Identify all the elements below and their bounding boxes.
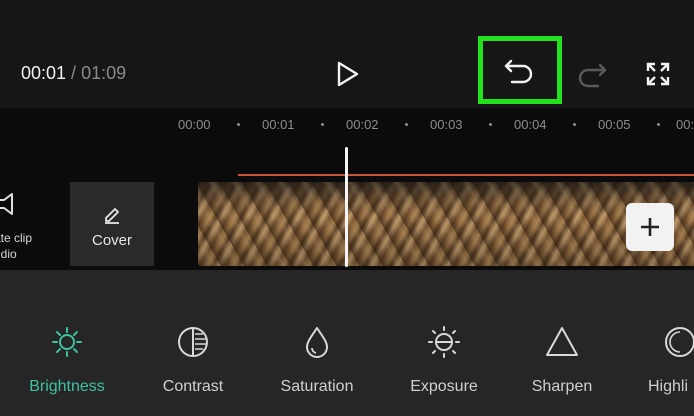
- play-button[interactable]: [330, 56, 366, 92]
- video-clip[interactable]: [198, 182, 694, 266]
- tool-sharpen[interactable]: Sharpen: [507, 320, 617, 400]
- ruler-tick: 00:03: [430, 117, 463, 132]
- exposure-icon: [428, 326, 460, 358]
- tool-label: Saturation: [280, 378, 354, 395]
- cover-button[interactable]: Cover: [70, 182, 154, 266]
- ruler-dot: [405, 123, 408, 126]
- fullscreen-button[interactable]: [638, 54, 678, 94]
- current-time: 00:01: [21, 63, 67, 83]
- redo-icon: [578, 63, 607, 88]
- total-duration: 01:09: [81, 63, 127, 83]
- time-separator: /: [66, 63, 82, 83]
- add-clip-button[interactable]: [626, 203, 674, 251]
- undo-icon: [504, 59, 533, 84]
- contrast-icon: [178, 327, 208, 357]
- timeline-ruler[interactable]: 00:00 00:01 00:02 00:03 00:04 00:05 00:0: [0, 108, 694, 144]
- top-bar: 00:01 / 01:09: [0, 0, 694, 108]
- tool-label: Exposure: [410, 378, 478, 395]
- tool-label: Highli: [648, 378, 689, 395]
- plus-icon: [641, 218, 659, 236]
- ruler-tick: 00:05: [598, 117, 631, 132]
- clip-thumbnail-texture: [198, 182, 694, 266]
- ruler-tick: 00:01: [262, 117, 295, 132]
- adjust-toolbar: Brightness Contrast Saturation Exposure …: [0, 270, 694, 416]
- redo-button[interactable]: [572, 54, 612, 94]
- pencil-icon: [105, 208, 119, 224]
- ruler-dot: [321, 123, 324, 126]
- tool-label: Sharpen: [531, 378, 593, 395]
- ruler-dot: [237, 123, 240, 126]
- circle-icon: [665, 327, 694, 357]
- droplet-icon: [306, 327, 328, 358]
- tool-label: Brightness: [29, 378, 105, 395]
- mute-clip-audio-button[interactable]: ate clip udio: [0, 182, 52, 266]
- ruler-tick: 00:00: [178, 117, 211, 132]
- time-display: 00:01 / 01:09: [21, 63, 126, 84]
- playhead[interactable]: [345, 147, 348, 267]
- tool-saturation[interactable]: Saturation: [262, 320, 372, 400]
- sun-icon: [52, 327, 82, 357]
- fullscreen-icon: [646, 62, 670, 86]
- cover-label: Cover: [91, 232, 132, 249]
- ruler-tick: 00:04: [514, 117, 547, 132]
- undo-button[interactable]: [478, 36, 562, 104]
- tool-highlights[interactable]: Highli: [620, 320, 694, 400]
- tool-brightness[interactable]: Brightness: [12, 320, 122, 400]
- audio-track-line: [238, 174, 694, 176]
- mute-label-line1: ate clip: [0, 231, 33, 245]
- ruler-dot: [657, 123, 660, 126]
- tool-label: Contrast: [162, 378, 224, 395]
- timeline-track: ate clip udio Cover: [0, 144, 694, 270]
- triangle-icon: [546, 327, 578, 356]
- ruler-dot: [489, 123, 492, 126]
- play-icon: [337, 61, 359, 87]
- ruler-tick: 00:02: [346, 117, 379, 132]
- ruler-tick: 00:0: [676, 117, 694, 132]
- tool-contrast[interactable]: Contrast: [138, 320, 248, 400]
- mute-clip-audio-label: ate clip udio: [0, 230, 52, 262]
- tool-exposure[interactable]: Exposure: [389, 320, 499, 400]
- mute-label-line2: udio: [0, 247, 17, 261]
- speaker-icon: [0, 193, 13, 215]
- ruler-dot: [573, 123, 576, 126]
